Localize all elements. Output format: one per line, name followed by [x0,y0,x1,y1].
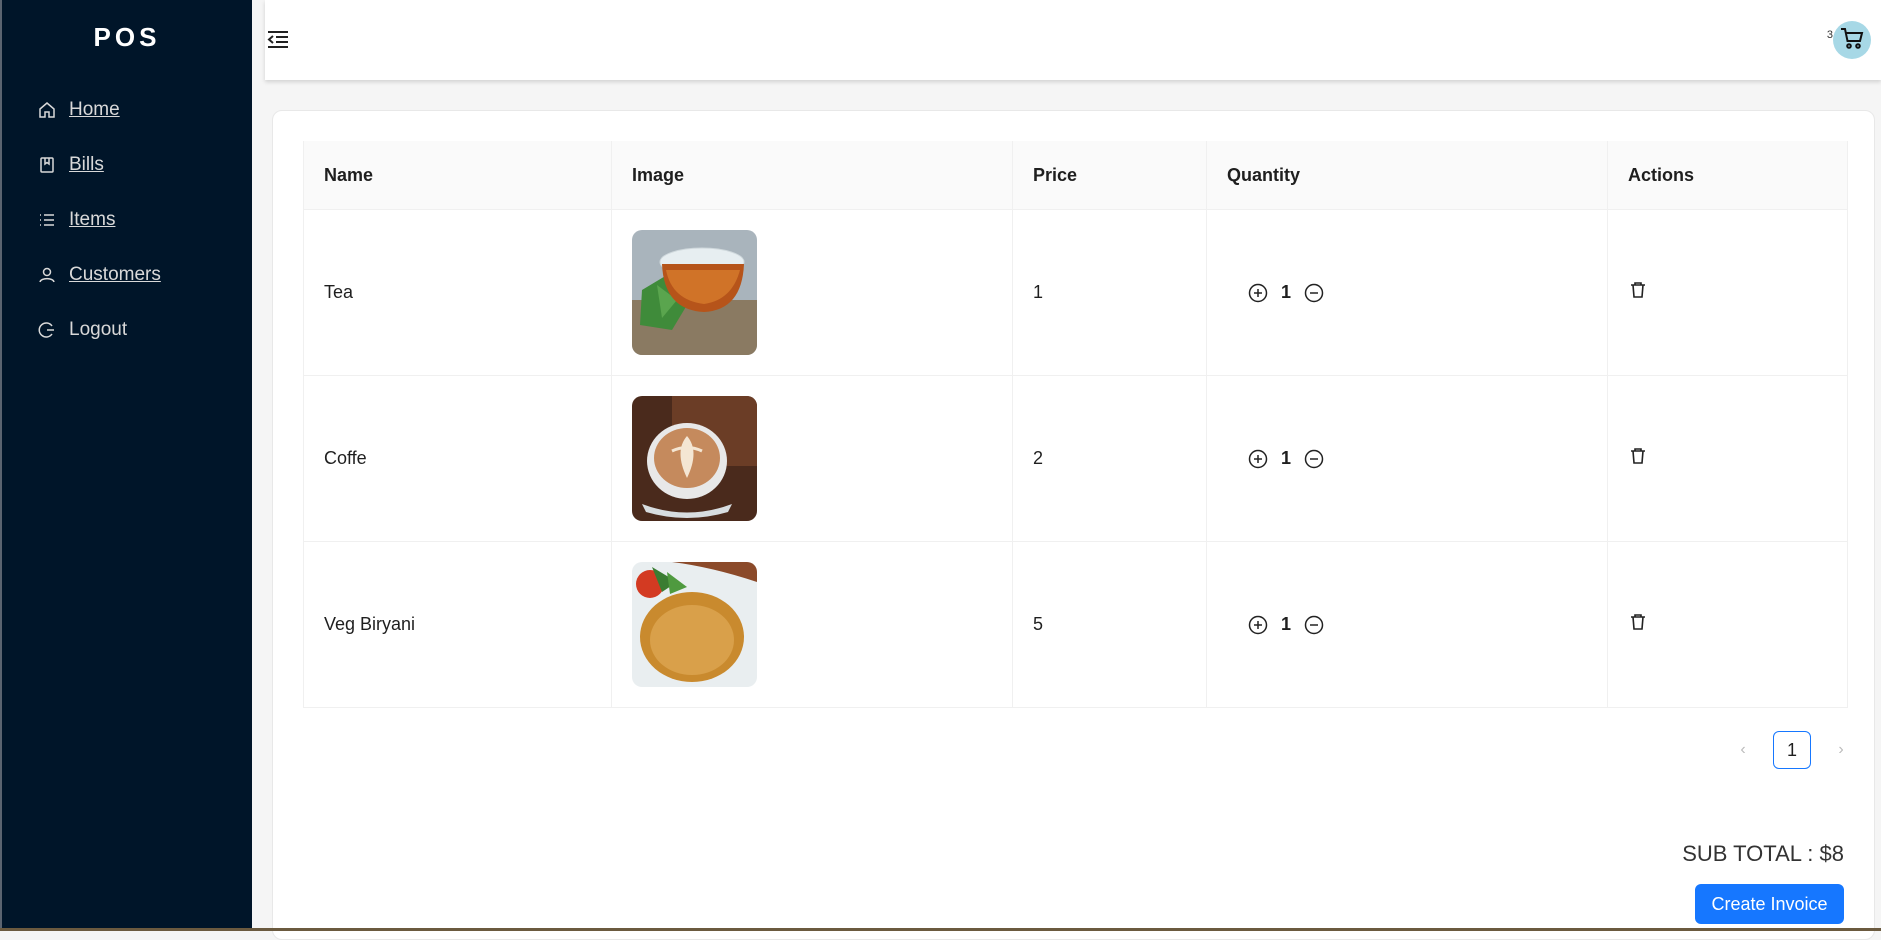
quantity-stepper: 1 [1227,448,1587,470]
logout-icon [36,319,58,341]
delete-icon[interactable] [1629,281,1649,301]
quantity-stepper: 1 [1227,614,1587,636]
delete-icon[interactable] [1629,613,1649,633]
biryani-image [632,562,757,687]
tea-image [632,230,757,355]
sidebar-item-home[interactable]: Home [2,82,252,137]
item-price: 2 [1012,375,1207,542]
list-icon [36,209,58,231]
coffee-image [632,396,757,521]
quantity-stepper: 1 [1227,282,1587,304]
chevron-left-icon[interactable]: ‹ [1733,740,1753,760]
delete-icon[interactable] [1629,447,1649,467]
sidebar-item-label[interactable]: Items [69,209,115,231]
table-row: Tea 1 1 [303,209,1848,376]
page-number[interactable]: 1 [1773,731,1811,769]
plus-circle-icon[interactable] [1247,448,1269,470]
column-header-name: Name [303,141,612,210]
minus-circle-icon[interactable] [1303,282,1325,304]
subtotal-text: SUB TOTAL : $8 [1682,841,1844,866]
minus-circle-icon[interactable] [1303,448,1325,470]
app-logo: POS [93,22,161,52]
table-row: Coffe 2 1 [303,375,1848,542]
cart-button[interactable] [1833,21,1871,59]
cart-table: Name Image Price Quantity Actions Tea 1 … [303,141,1848,708]
quantity-value: 1 [1281,614,1292,634]
sidebar-item-label[interactable]: Bills [69,154,104,176]
menu-fold-icon[interactable] [265,27,293,55]
top-header: 3 [265,0,1881,80]
column-header-image: Image [611,141,1013,210]
user-icon [36,264,58,286]
item-name: Coffe [303,375,612,542]
minus-circle-icon[interactable] [1303,614,1325,636]
home-icon [36,99,58,121]
quantity-value: 1 [1281,448,1292,468]
book-icon [36,154,58,176]
cart-icon [1839,25,1865,56]
item-name: Veg Biryani [303,541,612,708]
column-header-quantity: Quantity [1206,141,1608,210]
sidebar-item-label[interactable]: Logout [69,319,127,341]
pagination: ‹ 1 › [1733,731,1851,769]
table-row: Veg Biryani 5 1 [303,541,1848,708]
cart-content-card: Name Image Price Quantity Actions Tea 1 … [272,110,1875,940]
item-name: Tea [303,209,612,376]
item-price: 1 [1012,209,1207,376]
sidebar-item-items[interactable]: Items [2,192,252,247]
table-header-row: Name Image Price Quantity Actions [303,141,1848,210]
sidebar-nav: Home Bills Items Customers Logout [2,82,252,357]
sidebar-item-label[interactable]: Customers [69,264,161,286]
quantity-value: 1 [1281,282,1292,302]
sidebar-item-logout[interactable]: Logout [2,302,252,357]
column-header-price: Price [1012,141,1207,210]
plus-circle-icon[interactable] [1247,282,1269,304]
plus-circle-icon[interactable] [1247,614,1269,636]
chevron-right-icon[interactable]: › [1831,740,1851,760]
item-price: 5 [1012,541,1207,708]
sidebar: POS Home Bills Items Customers Logout [0,0,252,931]
sidebar-item-label[interactable]: Home [69,99,120,121]
sidebar-item-bills[interactable]: Bills [2,137,252,192]
create-invoice-button[interactable]: Create Invoice [1695,884,1844,924]
sidebar-item-customers[interactable]: Customers [2,247,252,302]
column-header-actions: Actions [1607,141,1848,210]
